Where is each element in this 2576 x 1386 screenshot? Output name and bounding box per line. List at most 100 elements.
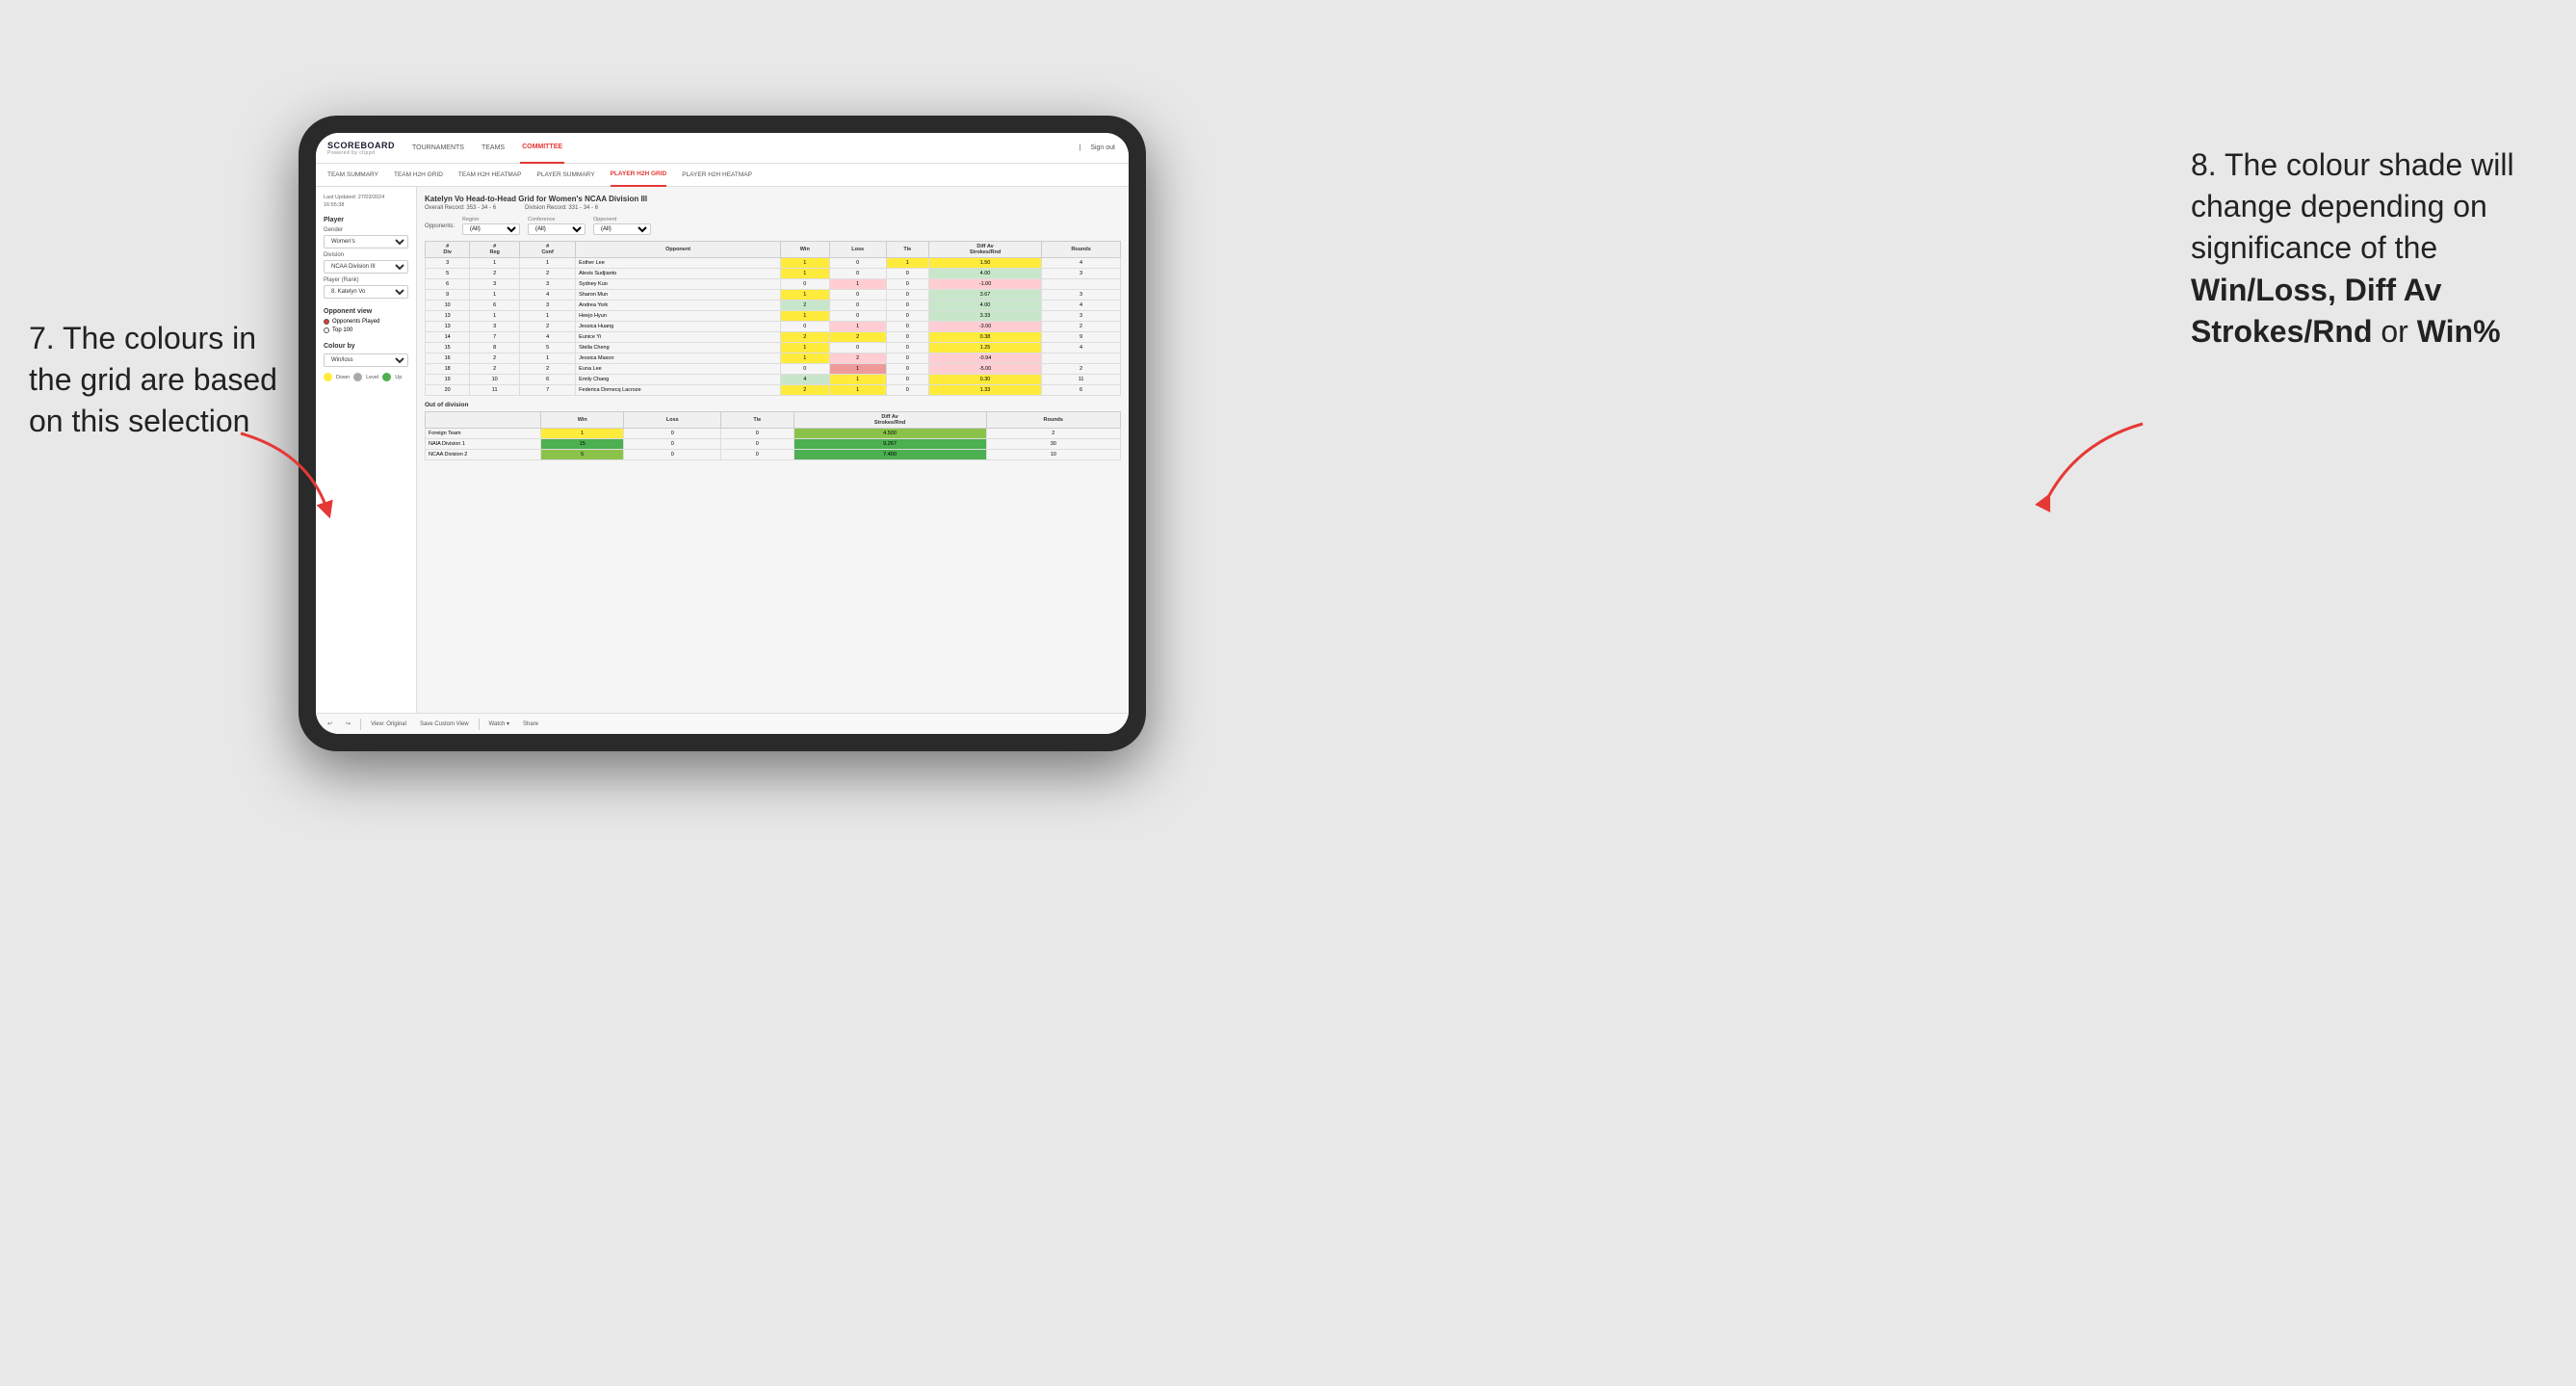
cell-loss: 2 bbox=[829, 353, 886, 364]
cell-opponent: Esther Lee bbox=[576, 258, 781, 269]
top-100-radio[interactable]: Top 100 bbox=[324, 327, 408, 333]
cell-div: 16 bbox=[426, 353, 470, 364]
cell-conf: 5 bbox=[520, 343, 576, 353]
opponents-filter-label: Opponents: bbox=[425, 223, 455, 229]
cell-loss: 0 bbox=[829, 301, 886, 311]
nav-item-committee[interactable]: COMMITTEE bbox=[520, 133, 564, 164]
ood-col-tie: Tie bbox=[721, 412, 794, 429]
cell-conf: 1 bbox=[520, 353, 576, 364]
gender-select[interactable]: Women's bbox=[324, 235, 408, 248]
cell-div: 20 bbox=[426, 385, 470, 396]
cell-win: 1 bbox=[780, 290, 829, 301]
ood-header-row: Win Loss Tie Diff AvStrokes/Rnd Rounds bbox=[426, 412, 1121, 429]
nav-items: TOURNAMENTS TEAMS COMMITTEE bbox=[410, 133, 1079, 164]
subnav-player-h2h-grid[interactable]: PLAYER H2H GRID bbox=[611, 164, 667, 187]
share-button[interactable]: Share bbox=[519, 719, 542, 729]
cell-opponent: Andrea York bbox=[576, 301, 781, 311]
cell-win: 4 bbox=[780, 375, 829, 385]
cell-diff: 3.33 bbox=[928, 311, 1041, 322]
legend-label-level: Level bbox=[366, 375, 378, 380]
cell-win: 1 bbox=[780, 269, 829, 279]
cell-win: 1 bbox=[780, 311, 829, 322]
cell-tie: 0 bbox=[886, 301, 928, 311]
filters-row: Opponents: Region (All) Conference (All)… bbox=[425, 217, 1121, 235]
ood-cell-opponent: NAIA Division 1 bbox=[426, 439, 541, 450]
division-select[interactable]: NCAA Division III bbox=[324, 260, 408, 274]
subnav-player-summary[interactable]: PLAYER SUMMARY bbox=[537, 164, 595, 187]
cell-win: 0 bbox=[780, 322, 829, 332]
legend-dot-up bbox=[382, 373, 391, 381]
cell-diff: 0.30 bbox=[928, 375, 1041, 385]
table-row: 20 11 7 Federica Domecq Lacroze 2 1 0 1.… bbox=[426, 385, 1121, 396]
player-rank-label: Player (Rank) bbox=[324, 277, 408, 283]
table-header-row: #Div #Reg #Conf Opponent Win Loss Tie Di… bbox=[426, 242, 1121, 258]
cell-win: 2 bbox=[780, 385, 829, 396]
ood-cell-loss: 0 bbox=[624, 429, 721, 439]
cell-div: 13 bbox=[426, 322, 470, 332]
cell-opponent: Sydney Kuo bbox=[576, 279, 781, 290]
redo-button[interactable]: ↪ bbox=[342, 719, 354, 729]
tablet-screen: SCOREBOARD Powered by clippd TOURNAMENTS… bbox=[316, 133, 1129, 734]
cell-diff: 4.00 bbox=[928, 269, 1041, 279]
ood-cell-rounds: 2 bbox=[986, 429, 1121, 439]
ood-table-row: NAIA Division 1 15 0 0 9.267 30 bbox=[426, 439, 1121, 450]
cell-reg: 3 bbox=[470, 322, 520, 332]
cell-div: 6 bbox=[426, 279, 470, 290]
subnav-team-h2h-grid[interactable]: TEAM H2H GRID bbox=[394, 164, 443, 187]
cell-div: 3 bbox=[426, 258, 470, 269]
col-rounds: Rounds bbox=[1042, 242, 1121, 258]
ood-col-loss: Loss bbox=[624, 412, 721, 429]
nav-bar: SCOREBOARD Powered by clippd TOURNAMENTS… bbox=[316, 133, 1129, 164]
gender-label: Gender bbox=[324, 227, 408, 233]
ood-col-rounds: Rounds bbox=[986, 412, 1121, 429]
cell-opponent: Emily Chang bbox=[576, 375, 781, 385]
undo-button[interactable]: ↩ bbox=[324, 719, 336, 729]
player-rank-select[interactable]: 8. Katelyn Vo bbox=[324, 285, 408, 299]
cell-reg: 2 bbox=[470, 353, 520, 364]
cell-opponent: Eunice Yi bbox=[576, 332, 781, 343]
table-row: 13 3 2 Jessica Huang 0 1 0 -3.00 2 bbox=[426, 322, 1121, 332]
cell-reg: 1 bbox=[470, 290, 520, 301]
cell-div: 13 bbox=[426, 311, 470, 322]
cell-loss: 0 bbox=[829, 311, 886, 322]
cell-rounds: 4 bbox=[1042, 343, 1121, 353]
colour-by-select[interactable]: Win/loss bbox=[324, 353, 408, 367]
cell-conf: 1 bbox=[520, 258, 576, 269]
cell-diff: -3.00 bbox=[928, 322, 1041, 332]
view-original-button[interactable]: View: Original bbox=[367, 719, 410, 729]
cell-opponent: Sharon Mun bbox=[576, 290, 781, 301]
cell-diff: 1.33 bbox=[928, 385, 1041, 396]
region-select[interactable]: (All) bbox=[462, 223, 520, 235]
tablet-frame: SCOREBOARD Powered by clippd TOURNAMENTS… bbox=[299, 116, 1146, 751]
cell-rounds: 3 bbox=[1042, 311, 1121, 322]
save-custom-button[interactable]: Save Custom View bbox=[416, 719, 473, 729]
nav-item-tournaments[interactable]: TOURNAMENTS bbox=[410, 133, 466, 164]
ood-table-row: Foreign Team 1 0 0 4.500 2 bbox=[426, 429, 1121, 439]
opponent-filter: Opponent (All) bbox=[593, 217, 651, 235]
ood-cell-loss: 0 bbox=[624, 439, 721, 450]
cell-win: 1 bbox=[780, 258, 829, 269]
cell-diff: -5.00 bbox=[928, 364, 1041, 375]
col-conf: #Conf bbox=[520, 242, 576, 258]
table-row: 18 2 2 Euna Lee 0 1 0 -5.00 2 bbox=[426, 364, 1121, 375]
watch-button[interactable]: Watch ▾ bbox=[485, 719, 513, 729]
nav-item-teams[interactable]: TEAMS bbox=[480, 133, 507, 164]
arrow-left bbox=[231, 424, 347, 539]
subnav-player-h2h-heatmap[interactable]: PLAYER H2H HEATMAP bbox=[682, 164, 752, 187]
col-tie: Tie bbox=[886, 242, 928, 258]
subnav-team-summary[interactable]: TEAM SUMMARY bbox=[327, 164, 378, 187]
cell-win: 0 bbox=[780, 279, 829, 290]
cell-opponent: Euna Lee bbox=[576, 364, 781, 375]
col-loss: Loss bbox=[829, 242, 886, 258]
subnav-team-h2h-heatmap[interactable]: TEAM H2H HEATMAP bbox=[458, 164, 522, 187]
conference-select[interactable]: (All) bbox=[528, 223, 585, 235]
cell-reg: 8 bbox=[470, 343, 520, 353]
annotation-left-text: 7. The colours in the grid are based on … bbox=[29, 321, 277, 438]
sign-out-button[interactable]: Sign out bbox=[1088, 133, 1117, 164]
cell-rounds: 3 bbox=[1042, 269, 1121, 279]
table-row: 15 8 5 Stella Cheng 1 0 0 1.25 4 bbox=[426, 343, 1121, 353]
opponent-select[interactable]: (All) bbox=[593, 223, 651, 235]
cell-div: 14 bbox=[426, 332, 470, 343]
col-reg: #Reg bbox=[470, 242, 520, 258]
opponents-played-radio[interactable]: Opponents Played bbox=[324, 319, 408, 325]
